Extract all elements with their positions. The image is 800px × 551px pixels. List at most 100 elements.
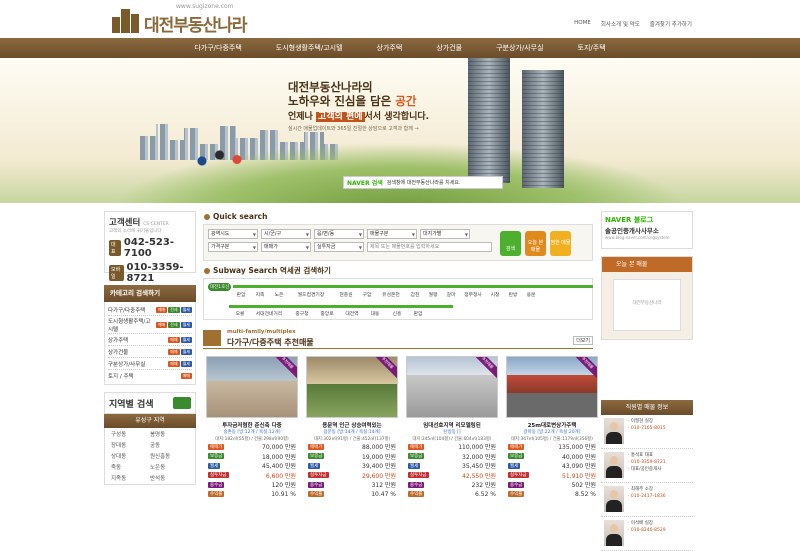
station[interactable]: 중앙로	[314, 310, 340, 317]
area-item[interactable]: 원신흥동	[150, 452, 189, 460]
category-item[interactable]: 구분상가/사무실 매매 월세	[108, 358, 192, 370]
row-value: 51,910 만원	[562, 472, 596, 480]
category-item[interactable]: 상가주택 매매 월세	[108, 334, 192, 346]
home-link[interactable]: HOME	[574, 20, 591, 28]
station[interactable]: 지족	[250, 291, 270, 298]
station[interactable]: 판암	[408, 310, 428, 317]
station[interactable]: 정부청사	[460, 291, 486, 298]
select-type[interactable]: 매물구분	[367, 229, 417, 239]
nav-item-shop-house[interactable]: 상가주택	[360, 38, 420, 58]
badge-rent[interactable]: 월세	[180, 321, 192, 328]
select-province[interactable]: 광역시도	[208, 229, 258, 239]
badge-rent[interactable]: 월세	[180, 306, 192, 313]
listing-title[interactable]: 25m대로변상가주택	[506, 421, 598, 429]
station[interactable]: 탄방	[504, 291, 522, 298]
listing-photo[interactable]: 추천매물	[206, 356, 298, 418]
search-button[interactable]: 검색	[500, 231, 521, 256]
badge-sale[interactable]: 매매	[155, 321, 168, 328]
staff-item[interactable]: · 홍석표 대표 · 010-3359-8721 · 대표/공인중개사	[601, 449, 693, 483]
station[interactable]: 갈마	[442, 291, 460, 298]
area-item[interactable]: 장대동	[111, 441, 150, 449]
area-item[interactable]: 반석동	[150, 474, 189, 482]
listing-photo[interactable]: 추천매물	[306, 356, 398, 418]
station[interactable]: 서대전네거리	[248, 310, 290, 317]
area-item[interactable]: 노은동	[150, 463, 189, 471]
today-viewed-button[interactable]: 오늘 본 매물	[525, 231, 546, 256]
listing-photo[interactable]: 추천매물	[506, 356, 598, 418]
badge-sale[interactable]: 매매	[155, 306, 168, 313]
badge-sale[interactable]: 매매	[168, 360, 180, 367]
badge-sale[interactable]: 매매	[168, 348, 180, 355]
about-link[interactable]: 회사소개 및 약도	[601, 20, 640, 28]
area-item[interactable]: 구성동	[111, 430, 150, 438]
station[interactable]: 대전역	[340, 310, 364, 317]
saved-button[interactable]: 찜한 매물	[550, 231, 571, 256]
station[interactable]: 신흥	[386, 310, 408, 317]
station[interactable]: 월드컵경기장	[288, 291, 334, 298]
listing-photo[interactable]: 추천매물	[406, 356, 498, 418]
station[interactable]: 월평	[424, 291, 442, 298]
badge-rent[interactable]: 월세	[180, 348, 192, 355]
category-item[interactable]: 다가구/다중주택 매매 전세 월세	[108, 304, 192, 316]
select-price-type[interactable]: 가격구분	[208, 242, 258, 252]
listing-title[interactable]: 용문역 인근 상승여력있는	[306, 421, 398, 429]
station[interactable]: 대동	[364, 310, 386, 317]
area-item[interactable]: 상대동	[111, 452, 150, 460]
station[interactable]: 시청	[486, 291, 504, 298]
tel-number: 042-523-7100	[123, 237, 174, 259]
nav-item-office[interactable]: 구분상가/사무실	[479, 38, 560, 58]
select-land[interactable]: 대지가별	[420, 229, 470, 239]
area-item[interactable]: 지족동	[111, 474, 150, 482]
listing-card[interactable]: 추천매물 25m대로변상가주택 갈마동 [방:22개 / 욕실:20개] 대지:…	[506, 356, 598, 499]
naver-blog-banner[interactable]: NAVER 블로그 솔공인중개사사무소 www.blog.naver.com/s…	[601, 211, 693, 249]
listing-row: 융수금 312 만원	[306, 480, 398, 490]
station[interactable]: 유성온천	[376, 291, 406, 298]
naver-search-banner[interactable]: NAVER 검색 검색창에 대전부동산나라를 치세요.	[343, 176, 503, 189]
select-town[interactable]: 읍/면/동	[314, 229, 364, 239]
station[interactable]: 노은	[270, 291, 288, 298]
today-viewed-image[interactable]: 대전부동산나라	[613, 279, 681, 331]
listing-card[interactable]: 추천매물 용문역 인근 상승여력있는 용문동 [방:14개 / 욕실:14개] …	[306, 356, 398, 499]
badge-rent[interactable]: 월세	[180, 336, 192, 343]
listing-cards: 추천매물 투자금저렴한 준신축 다중 송촌동 [방:12개 / 욕실:12개] …	[203, 356, 598, 512]
station[interactable]: 판암	[232, 291, 250, 298]
bookmark-link[interactable]: 즐겨찾기 추가하기	[650, 20, 692, 28]
site-logo[interactable]: www.sugizone.com 대전부동산나라	[112, 3, 247, 36]
listing-title[interactable]: 임대선호지역 리모델링된	[406, 421, 498, 429]
more-button[interactable]: 더보기	[573, 336, 593, 345]
staff-item[interactable]: · 이필현 실장 · 010-7165-8015	[601, 415, 693, 449]
category-item[interactable]: 상가건물 매매 월세	[108, 346, 192, 358]
station[interactable]: 용문	[522, 291, 540, 298]
badge-jeonse[interactable]: 전세	[168, 306, 180, 313]
listing-row: 수익률 8.52 %	[506, 490, 598, 500]
badge-rent[interactable]: 월세	[180, 360, 192, 367]
listing-card[interactable]: 추천매물 투자금저렴한 준신축 다중 송촌동 [방:12개 / 욕실:12개] …	[206, 356, 298, 499]
area-item[interactable]: 죽동	[111, 463, 150, 471]
badge-jeonse[interactable]: 전세	[168, 321, 180, 328]
row-label: 월세	[508, 462, 521, 469]
badge-sale[interactable]: 매매	[180, 373, 192, 379]
station[interactable]: 현충원	[334, 291, 358, 298]
station[interactable]: 중구청	[290, 310, 314, 317]
category-item[interactable]: 토지 / 주택 매매	[108, 370, 192, 382]
station[interactable]: 구암	[358, 291, 376, 298]
station[interactable]: 갑천	[406, 291, 424, 298]
area-item[interactable]: 궁동	[150, 441, 189, 449]
nav-item-multifamily[interactable]: 다가구/다중주택	[177, 38, 258, 58]
area-item[interactable]: 봉명동	[150, 430, 189, 438]
listing-ribbon: 추천매물	[572, 357, 597, 379]
select-city[interactable]: 시/군/구	[261, 229, 311, 239]
nav-item-urban[interactable]: 도시형생활주택/고시텔	[259, 38, 360, 58]
staff-item[interactable]: · 이석배 실장 · 010-8246-8529	[601, 517, 693, 551]
select-investment[interactable]: 실투자금	[314, 242, 364, 252]
nav-item-shop-building[interactable]: 상가건물	[419, 38, 479, 58]
keyword-input[interactable]: 제목 또는 매물번호를 입력하세요	[367, 242, 492, 252]
listing-title[interactable]: 투자금저렴한 준신축 다중	[206, 421, 298, 429]
nav-item-land[interactable]: 토지/주택	[561, 38, 623, 58]
station[interactable]: 오룡	[232, 310, 248, 317]
badge-sale[interactable]: 매매	[168, 336, 180, 343]
listing-card[interactable]: 추천매물 임대선호지역 리모델링된 탄방동 [] 대지:345㎡(104평) /…	[406, 356, 498, 499]
bullet-icon	[204, 213, 210, 220]
select-price[interactable]: 매매가	[261, 242, 311, 252]
category-item[interactable]: 도시형생활주택/고시텔 매매 전세 월세	[108, 316, 192, 334]
